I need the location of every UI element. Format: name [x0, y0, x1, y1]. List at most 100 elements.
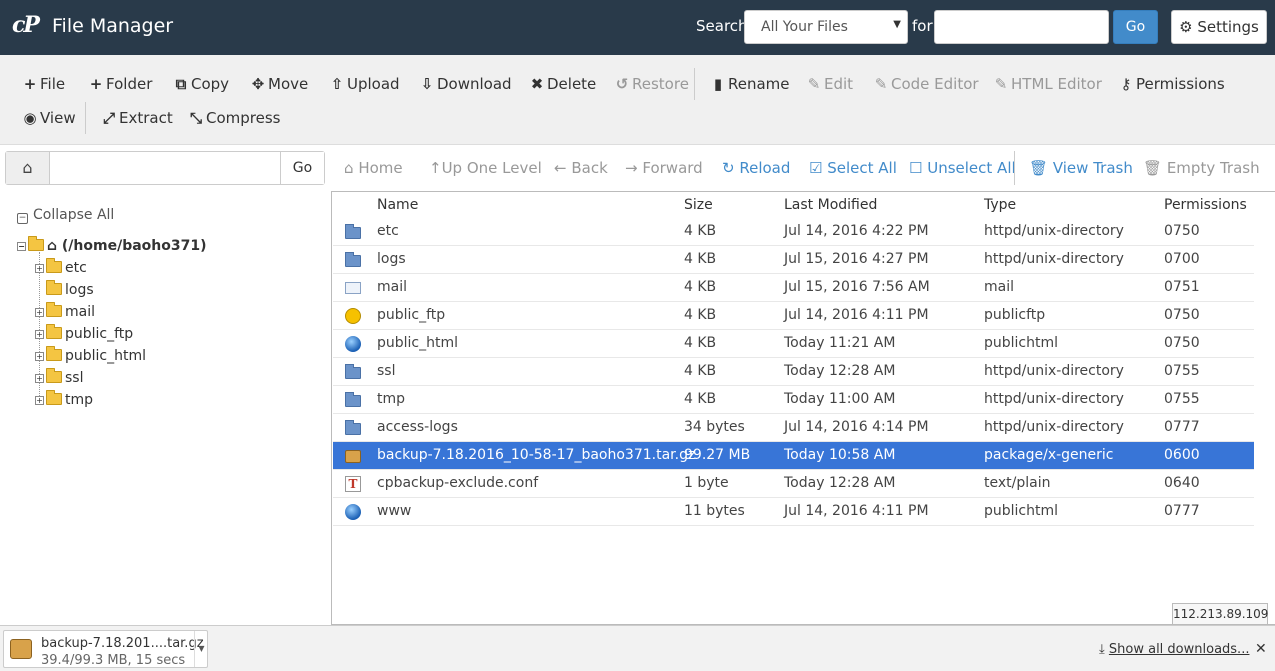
search-input[interactable] — [934, 10, 1109, 44]
cpanel-logo[interactable]: cP — [12, 12, 44, 40]
folder-icon — [46, 258, 62, 273]
collapse-icon: − — [17, 213, 28, 224]
upload-button[interactable]: ⇧ Upload — [329, 75, 400, 93]
upload-icon: ⇧ — [330, 75, 344, 93]
show-all-downloads-link[interactable]: ⤓ Show all downloads... — [1099, 642, 1249, 657]
folder-icon — [345, 252, 361, 267]
table-row[interactable]: public_ftp 4 KB Jul 14, 2016 4:11 PM public… — [333, 302, 1254, 330]
plus-icon: + — [89, 75, 103, 93]
copy-button[interactable]: ⧉ Copy — [173, 75, 229, 93]
file-size-cell: 4 KB — [684, 335, 717, 351]
archive-icon — [345, 450, 361, 463]
view-trash-button[interactable]: 🗑 View Trash — [1029, 159, 1133, 177]
file-type-cell: publicftp — [984, 307, 1046, 323]
table-row[interactable]: mail 4 KB Jul 15, 2016 7:56 AM mail 0751 — [333, 274, 1254, 302]
file-name-cell: www — [377, 503, 412, 519]
file-size-cell: 4 KB — [684, 307, 717, 323]
column-header-name[interactable]: Name — [377, 197, 418, 213]
column-header-type[interactable]: Type — [984, 197, 1016, 213]
select-all-button[interactable]: ☑ Select All — [809, 159, 897, 177]
path-bar: ⌂ Go — [5, 151, 325, 185]
table-row[interactable]: tmp 4 KB Today 11:00 AM httpd/unix-director… — [333, 386, 1254, 414]
extract-button[interactable]: ⤢ Extract — [101, 109, 173, 127]
rename-button[interactable]: ▮ Rename — [710, 75, 790, 93]
search-scope-select[interactable]: All Your Files ▼ — [744, 10, 908, 44]
empty-trash-label: Empty Trash — [1166, 159, 1260, 177]
expand-node-icon[interactable]: + — [35, 374, 44, 383]
tree-item-mail[interactable]: + mail — [35, 302, 95, 320]
table-row[interactable]: public_html 4 KB Today 11:21 AM publichtml 0… — [333, 330, 1254, 358]
checkbox-checked-icon: ☑ — [809, 159, 823, 177]
table-row[interactable]: Tcpbackup-exclude.conf 1 byte Today 12:28 … — [333, 470, 1254, 498]
chevron-down-icon[interactable]: ▼ — [194, 631, 208, 667]
download-button[interactable]: ⇩ Download — [419, 75, 512, 93]
view-button[interactable]: ◉ View — [22, 109, 75, 127]
close-icon[interactable]: ✕ — [1255, 641, 1267, 657]
edit-button[interactable]: ✎ Edit — [806, 75, 853, 93]
file-name-cell: cpbackup-exclude.conf — [377, 475, 539, 491]
table-row[interactable]: logs 4 KB Jul 15, 2016 4:27 PM httpd/unix-d… — [333, 246, 1254, 274]
table-row[interactable]: www 11 bytes Jul 14, 2016 4:11 PM publichtm… — [333, 498, 1254, 526]
table-row[interactable]: backup-7.18.2016_10-58-17_baoho371.tar.g… — [333, 442, 1254, 470]
settings-button[interactable]: ⚙ Settings — [1171, 10, 1267, 44]
up-one-level-button[interactable]: ↑Up One Level — [429, 159, 542, 177]
pencil-icon: ✎ — [807, 75, 821, 93]
permissions-button[interactable]: ⚷ Permissions — [1118, 75, 1225, 93]
path-go-button[interactable]: Go — [280, 152, 324, 184]
download-item[interactable]: backup-7.18.201....tar.gz 39.4/99.3 MB, … — [3, 630, 208, 668]
file-permissions-cell: 0755 — [1164, 391, 1200, 407]
expand-node-icon[interactable]: + — [35, 308, 44, 317]
table-row[interactable]: ssl 4 KB Today 12:28 AM httpd/unix-director… — [333, 358, 1254, 386]
collapse-all-link[interactable]: − Collapse All — [17, 207, 114, 224]
table-row[interactable]: etc 4 KB Jul 14, 2016 4:22 PM httpd/unix-di… — [333, 218, 1254, 246]
file-name-cell: logs — [377, 251, 406, 267]
tree-item-public-html[interactable]: + public_html — [35, 346, 146, 364]
search-scope-value: All Your Files — [761, 19, 848, 35]
tree-item-public-ftp[interactable]: + public_ftp — [35, 324, 134, 342]
nav-home-button[interactable]: ⌂ Home — [344, 159, 403, 177]
html-editor-button[interactable]: ✎ HTML Editor — [993, 75, 1102, 93]
new-file-button[interactable]: + File — [22, 75, 65, 93]
collapse-node-icon[interactable]: − — [17, 242, 26, 251]
tree-item-ssl[interactable]: + ssl — [35, 368, 83, 386]
folder-icon — [46, 346, 62, 361]
delete-button[interactable]: ✖ Delete — [529, 75, 597, 93]
column-header-modified[interactable]: Last Modified — [784, 197, 877, 213]
home-icon[interactable]: ⌂ — [6, 152, 50, 184]
empty-trash-button[interactable]: 🗑 Empty Trash — [1143, 159, 1260, 177]
eye-icon: ◉ — [23, 109, 37, 127]
table-row[interactable]: access-logs 34 bytes Jul 14, 2016 4:14 PM h… — [333, 414, 1254, 442]
home-icon: ⌂ — [47, 238, 58, 254]
file-table: Name Size Last Modified Type Permissions… — [331, 191, 1275, 625]
file-modified-cell: Jul 14, 2016 4:14 PM — [784, 419, 929, 435]
column-header-permissions[interactable]: Permissions — [1164, 197, 1247, 213]
download-shelf: backup-7.18.201....tar.gz 39.4/99.3 MB, … — [0, 625, 1275, 671]
gear-icon: ⚙ — [1179, 18, 1193, 36]
compress-button[interactable]: ⤡ Compress — [188, 109, 281, 127]
tree-item-label: public_ftp — [65, 326, 134, 342]
reload-button[interactable]: ↻ Reload — [722, 159, 790, 177]
expand-node-icon[interactable]: + — [35, 264, 44, 273]
tree-root[interactable]: − ⌂ (/home/baoho371) — [17, 236, 207, 254]
unselect-all-button[interactable]: ☐ Unselect All — [909, 159, 1016, 177]
restore-button[interactable]: ↺ Restore — [614, 75, 689, 93]
text-file-icon: T — [345, 476, 361, 492]
move-button[interactable]: ✥ Move — [250, 75, 309, 93]
expand-node-icon[interactable]: + — [35, 352, 44, 361]
path-input[interactable] — [50, 152, 282, 184]
file-size-cell: 4 KB — [684, 251, 717, 267]
tree-item-tmp[interactable]: + tmp — [35, 390, 93, 408]
expand-node-icon[interactable]: + — [35, 396, 44, 405]
move-label: Move — [268, 75, 309, 93]
new-folder-button[interactable]: + Folder — [88, 75, 153, 93]
column-header-size[interactable]: Size — [684, 197, 713, 213]
forward-button[interactable]: → Forward — [625, 159, 703, 177]
back-button[interactable]: ← Back — [554, 159, 608, 177]
expand-node-icon[interactable]: + — [35, 330, 44, 339]
code-editor-button[interactable]: ✎ Code Editor — [873, 75, 979, 93]
search-go-button[interactable]: Go — [1113, 10, 1158, 44]
tree-item-etc[interactable]: + etc — [35, 258, 87, 276]
file-size-cell: 99.27 MB — [684, 447, 751, 463]
tree-item-logs[interactable]: logs — [35, 280, 94, 298]
